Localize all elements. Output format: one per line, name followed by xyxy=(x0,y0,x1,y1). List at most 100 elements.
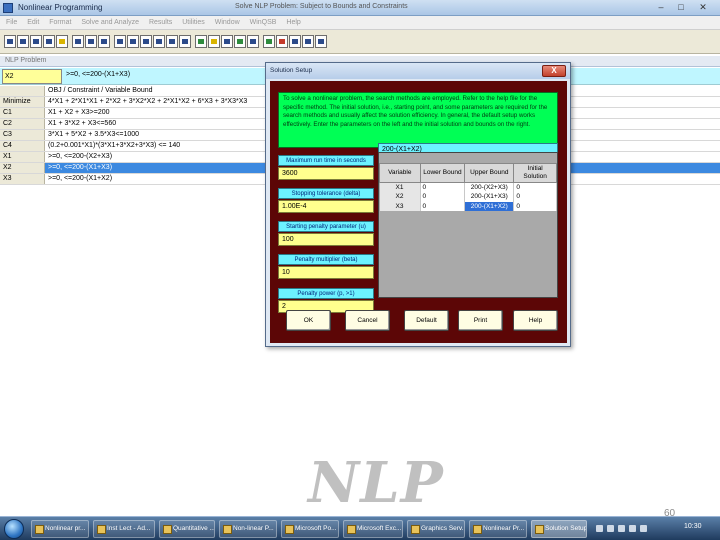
app-center-title: Solve NLP Problem: Subject to Bounds and… xyxy=(235,3,408,10)
taskbar-item[interactable]: Microsoft Exc... xyxy=(343,520,403,538)
menu-format[interactable]: Format xyxy=(49,16,71,30)
tray-network-icon[interactable] xyxy=(596,525,603,532)
align-center-icon[interactable] xyxy=(153,35,165,48)
bar-chart-icon[interactable] xyxy=(276,35,288,48)
edit-icon[interactable] xyxy=(56,35,68,48)
initial-solution-cell[interactable]: 0 xyxy=(513,201,557,211)
taskbar-item[interactable]: Non-linear P... xyxy=(219,520,277,538)
cell-reference[interactable]: X2 xyxy=(2,69,62,84)
print-button[interactable]: Print xyxy=(458,310,503,331)
row-expression[interactable]: >=0, <=200-(X1+X2) xyxy=(46,174,112,184)
row-expression[interactable]: X1 + X2 + X3>=200 xyxy=(46,108,110,118)
print-icon[interactable] xyxy=(43,35,55,48)
save-icon[interactable] xyxy=(30,35,42,48)
penalty-multiplier-label: Penalty multiplier (beta) xyxy=(278,254,374,265)
menu-help[interactable]: Help xyxy=(286,16,300,30)
initial-solution-cell[interactable]: 0 xyxy=(513,192,557,202)
row-expression[interactable]: (0.2+0.001*X1)*(3*X1+3*X2+3*X3) <= 140 xyxy=(46,141,180,151)
dialog-close-button[interactable]: X xyxy=(542,65,566,77)
clock-icon[interactable] xyxy=(302,35,314,48)
menu-file[interactable]: File xyxy=(6,16,17,30)
solve-icon[interactable] xyxy=(195,35,207,48)
graph-icon[interactable] xyxy=(221,35,233,48)
bold-icon[interactable] xyxy=(114,35,126,48)
ok-button[interactable]: OK xyxy=(286,310,331,331)
variable-cell: X1 xyxy=(379,182,421,192)
lower-bound-cell[interactable]: 0 xyxy=(420,182,466,192)
tray-battery-icon[interactable] xyxy=(629,525,636,532)
close-icon[interactable]: ✕ xyxy=(694,1,712,13)
grid-header: OBJ / Constraint / Variable Bound xyxy=(48,87,153,94)
window-icon[interactable] xyxy=(263,35,275,48)
new-file-icon[interactable] xyxy=(4,35,16,48)
row-expression[interactable]: >=0, <=200-(X2+X3) xyxy=(46,152,112,162)
lower-bound-cell[interactable]: 0 xyxy=(420,192,466,202)
col-upper-bound: Upper Bound xyxy=(464,163,515,183)
taskbar-item[interactable]: Nonlinear pr... xyxy=(31,520,89,538)
menu-results[interactable]: Results xyxy=(149,16,172,30)
toolbar xyxy=(0,30,720,54)
format-icon[interactable] xyxy=(179,35,191,48)
menu-edit[interactable]: Edit xyxy=(27,16,39,30)
start-button-icon[interactable] xyxy=(4,519,24,539)
paste-icon[interactable] xyxy=(98,35,110,48)
penalty-power-label: Penalty power (p, >1) xyxy=(278,288,374,299)
taskbar-item[interactable]: Nonlinear Pr... xyxy=(469,520,527,538)
row-expression[interactable]: 3*X1 + 5*X2 + 3.5*X3<=1000 xyxy=(46,130,139,140)
lower-bound-cell[interactable]: 0 xyxy=(420,201,466,211)
menu-utilities[interactable]: Utilities xyxy=(182,16,205,30)
row-name: C4 xyxy=(0,141,45,151)
cell-formula[interactable]: >=0, <=200-(X1+X3) xyxy=(66,71,130,78)
align-right-icon[interactable] xyxy=(166,35,178,48)
default-button[interactable]: Default xyxy=(404,310,449,331)
taskbar-item[interactable]: Quantitative ... xyxy=(159,520,215,538)
taskbar-item[interactable]: Graphics Serv... xyxy=(407,520,465,538)
table-row[interactable]: X1 0 200-(X2+X3) 0 xyxy=(379,182,557,192)
tray-power-icon[interactable] xyxy=(640,525,647,532)
minimize-icon[interactable]: – xyxy=(652,1,670,13)
maximize-icon[interactable]: □ xyxy=(672,1,690,13)
col-lower-bound: Lower Bound xyxy=(419,163,466,183)
menu-winqsb[interactable]: WinQSB xyxy=(250,16,277,30)
calculator-icon[interactable] xyxy=(289,35,301,48)
help-icon[interactable] xyxy=(315,35,327,48)
table-icon[interactable] xyxy=(234,35,246,48)
taskbar-item[interactable]: Inst Lect - Ad... xyxy=(93,520,155,538)
bounds-table: Variable Lower Bound Upper Bound Initial… xyxy=(379,163,557,211)
penalty-multiplier-input[interactable]: 10 xyxy=(278,266,374,279)
taskbar-item-active[interactable]: Solution Setup xyxy=(531,520,587,538)
table-row[interactable]: X2 0 200-(X1+X3) 0 xyxy=(379,192,557,202)
row-expression[interactable]: 4*X1 + 2*X1*X1 + 2*X2 + 3*X2*X2 + 2*X1*X… xyxy=(46,97,247,107)
upper-bound-cell[interactable]: 200-(X1+X3) xyxy=(464,192,515,202)
cancel-button[interactable]: Cancel xyxy=(345,310,390,331)
row-expression[interactable]: X1 + 3*X2 + X3<=560 xyxy=(46,119,116,129)
chart-icon[interactable] xyxy=(247,35,259,48)
row-expression[interactable]: >=0, <=200-(X1+X3) xyxy=(46,163,112,173)
max-run-time-label: Maximum run time in seconds xyxy=(278,155,374,166)
open-file-icon[interactable] xyxy=(17,35,29,48)
starting-penalty-input[interactable]: 100 xyxy=(278,233,374,246)
cut-icon[interactable] xyxy=(72,35,84,48)
table-row[interactable]: X3 0 200-(X1+X2) 0 xyxy=(379,201,557,211)
copy-icon[interactable] xyxy=(85,35,97,48)
tray-volume-icon[interactable] xyxy=(607,525,614,532)
row-name: X3 xyxy=(0,174,45,184)
tray-flag-icon[interactable] xyxy=(618,525,625,532)
menu-window[interactable]: Window xyxy=(215,16,240,30)
help-button[interactable]: Help xyxy=(513,310,558,331)
dialog-body: To solve a nonlinear problem, the search… xyxy=(270,81,567,343)
menu-solve-and-analyze[interactable]: Solve and Analyze xyxy=(81,16,139,30)
stopping-tolerance-input[interactable]: 1.00E-4 xyxy=(278,200,374,213)
bounds-panel: Variable Lower Bound Upper Bound Initial… xyxy=(378,152,558,298)
italic-icon[interactable] xyxy=(127,35,139,48)
align-left-icon[interactable] xyxy=(140,35,152,48)
max-run-time-input[interactable]: 3600 xyxy=(278,167,374,180)
initial-solution-cell[interactable]: 0 xyxy=(513,182,557,192)
upper-bound-cell-selected[interactable]: 200-(X1+X2) xyxy=(464,201,515,211)
variable-cell: X2 xyxy=(379,192,421,202)
taskbar-item[interactable]: Microsoft Po... xyxy=(281,520,339,538)
upper-bound-cell[interactable]: 200-(X2+X3) xyxy=(464,182,515,192)
tray-clock[interactable]: 10:30 xyxy=(684,523,702,530)
system-tray xyxy=(594,520,678,538)
analyze-icon[interactable] xyxy=(208,35,220,48)
